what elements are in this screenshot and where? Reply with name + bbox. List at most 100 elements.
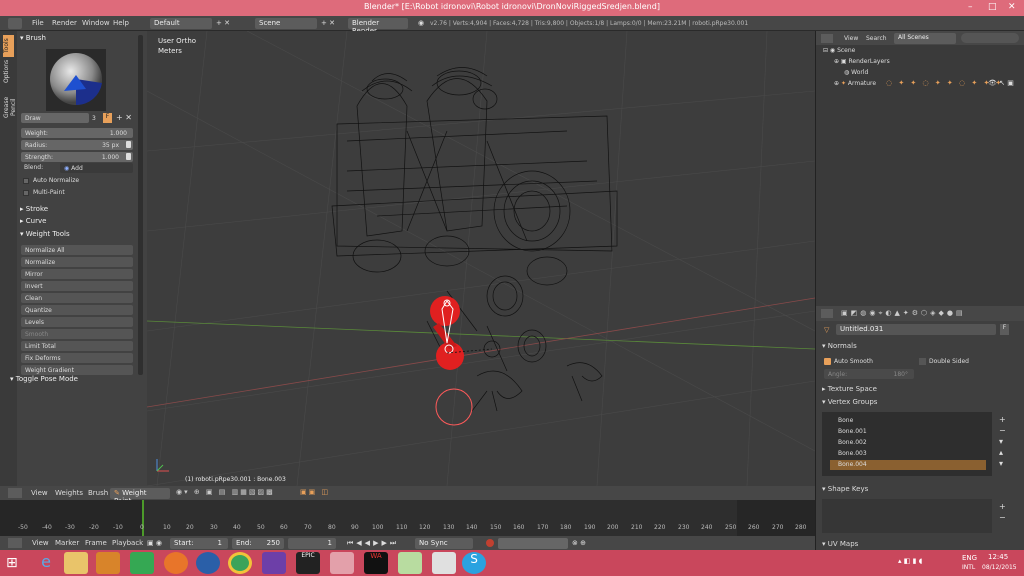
editor-type-icon[interactable]: [8, 488, 22, 498]
tool-shelf-scrollbar[interactable]: [138, 35, 143, 375]
texture-space-panel-header[interactable]: ▸ Texture Space: [822, 385, 877, 393]
vertex-group-list[interactable]: Bone Bone.001 Bone.002 Bone.003 Bone.004: [822, 412, 992, 476]
pressure-icon[interactable]: [126, 153, 131, 160]
normalize-button[interactable]: Normalize: [21, 257, 133, 267]
scene-tree-item[interactable]: ⊟ ◉ Scene: [823, 47, 855, 54]
frame-menu[interactable]: Frame: [85, 539, 107, 547]
mask-toggle-icons[interactable]: ▣▣ ◫: [300, 488, 330, 496]
record-button-icon[interactable]: [486, 539, 494, 547]
mirror-button[interactable]: Mirror: [21, 269, 133, 279]
vertex-group-item[interactable]: Bone.002: [830, 438, 986, 448]
view-menu[interactable]: View: [31, 489, 48, 497]
fix-deforms-button[interactable]: Fix Deforms: [21, 353, 133, 363]
smooth-button[interactable]: Smooth: [21, 329, 133, 339]
menu-window[interactable]: Window: [82, 19, 110, 27]
quantize-button[interactable]: Quantize: [21, 305, 133, 315]
media-player-icon[interactable]: [96, 552, 120, 574]
outliner-search-input[interactable]: [961, 33, 1019, 43]
double-sided-checkbox[interactable]: [919, 358, 926, 365]
tab-options[interactable]: Options: [3, 59, 14, 83]
visibility-toggles-icon[interactable]: 👁 ↖ ▣: [988, 79, 1014, 87]
tray-icons[interactable]: ▴ ◧ ▮ ◖: [898, 557, 922, 565]
app-icon[interactable]: [398, 552, 422, 574]
editor-type-icon[interactable]: [8, 18, 22, 29]
firefox-icon[interactable]: [164, 552, 188, 574]
keyframe-icons[interactable]: ▣ ◉: [147, 539, 162, 547]
invert-button[interactable]: Invert: [21, 281, 133, 291]
uv-maps-panel-header[interactable]: ▾ UV Maps: [822, 540, 858, 548]
renderlayers-tree-item[interactable]: ⊕ ▣ RenderLayers: [834, 58, 890, 65]
datablock-name-field[interactable]: Untitled.031: [836, 324, 996, 335]
add-scene-button[interactable]: + ✕: [321, 19, 335, 27]
pressure-icon[interactable]: [126, 141, 131, 148]
auto-normalize-checkbox[interactable]: [23, 178, 29, 184]
robot-wireframe[interactable]: [331, 67, 618, 412]
viewport-scene[interactable]: [147, 31, 815, 486]
tab-grease-pencil[interactable]: Grease Pencil: [3, 87, 17, 127]
toggle-pose-mode-header[interactable]: ▾ Toggle Pose Mode: [10, 375, 78, 383]
skype-icon[interactable]: S: [462, 552, 486, 574]
limit-total-button[interactable]: Limit Total: [21, 341, 133, 351]
playback-controls-icon[interactable]: ⏮◀◀▶▶⏭: [347, 539, 399, 548]
vertex-group-item[interactable]: Bone.003: [830, 449, 986, 459]
radius-slider[interactable]: Radius: 35 px: [21, 140, 133, 150]
outliner-editor-icon[interactable]: [821, 34, 833, 43]
blend-dropdown[interactable]: ◉ Add: [60, 163, 133, 173]
brush-name-field[interactable]: Draw: [21, 113, 89, 123]
end-frame-field[interactable]: End: 250: [232, 538, 284, 549]
world-tree-item[interactable]: ◍ World: [844, 69, 868, 76]
visual-studio-icon[interactable]: [262, 552, 286, 574]
app-icon[interactable]: [432, 552, 456, 574]
weight-gradient-button[interactable]: Weight Gradient: [21, 365, 133, 375]
armature-children-icon[interactable]: ◌ ✦ ✦ ◌ ✦ ✦ ◌ ✦ ✦ ✦: [886, 79, 1003, 87]
render-engine-selector[interactable]: Blender Render: [348, 18, 408, 35]
clock-date[interactable]: 08/12/2015: [982, 564, 1017, 571]
shape-key-list[interactable]: [822, 499, 992, 533]
mode-selector[interactable]: ✎ Weight Paint: [110, 488, 170, 505]
file-explorer-icon[interactable]: [64, 552, 88, 574]
brush-preview[interactable]: [46, 49, 106, 111]
outliner-view-menu[interactable]: View: [844, 35, 858, 42]
properties-editor-icon[interactable]: [821, 309, 833, 318]
strength-slider[interactable]: Strength: 1.000: [21, 152, 133, 162]
add-layout-button[interactable]: + ✕: [216, 19, 230, 27]
wa-app-icon[interactable]: WA: [364, 552, 388, 574]
levels-button[interactable]: Levels: [21, 317, 133, 327]
armature-tree-item[interactable]: ⊕ ✦ Armature: [834, 80, 876, 87]
shading-pivot-icons[interactable]: ◉▾ ⊕ ▣ ▤ ▥▦▧▨▩: [176, 488, 275, 496]
marker-menu[interactable]: Marker: [55, 539, 79, 547]
store-icon[interactable]: [130, 552, 154, 574]
3d-viewport[interactable]: User Ortho Meters (1) roboti.pRpe30.001 …: [147, 31, 815, 486]
vertex-group-controls[interactable]: + − ▾ ▴ ▾: [999, 414, 1006, 469]
vertex-group-item[interactable]: Bone.001: [830, 427, 986, 437]
brush-panel-header[interactable]: ▾ Brush: [20, 34, 46, 42]
shape-keys-panel-header[interactable]: ▾ Shape Keys: [822, 485, 868, 493]
keying-set-field[interactable]: [498, 538, 568, 549]
curve-panel-header[interactable]: ▸ Curve: [20, 217, 46, 225]
outliner-display-mode[interactable]: All Scenes: [894, 33, 956, 44]
keying-icons[interactable]: ⊗ ⊕: [572, 539, 586, 547]
menu-render[interactable]: Render: [52, 19, 77, 27]
auto-smooth-checkbox[interactable]: [824, 358, 831, 365]
scene-selector[interactable]: Scene: [255, 18, 317, 29]
vertex-group-item[interactable]: Bone: [830, 416, 986, 426]
properties-context-icons[interactable]: ▣◩◍◉⌖◐▲✦⚙⬡◈◆●▤: [841, 309, 966, 318]
timeline-ruler[interactable]: -50 -40 -30 -20 -10 0 10 20 30 40 50 60 …: [0, 500, 815, 536]
epic-games-icon[interactable]: EPIC: [296, 552, 320, 574]
keyboard-layout[interactable]: INTL: [962, 564, 975, 571]
clock-time[interactable]: 12:45: [988, 553, 1008, 561]
layout-selector[interactable]: Default: [150, 18, 212, 29]
timeline-view-menu[interactable]: View: [32, 539, 49, 547]
globe-icon[interactable]: [196, 552, 220, 574]
normals-panel-header[interactable]: ▾ Normals: [822, 342, 857, 350]
tab-tools[interactable]: Tools: [3, 35, 14, 57]
new-brush-button[interactable]: + ✕: [116, 113, 132, 122]
start-frame-field[interactable]: Start: 1: [170, 538, 228, 549]
language-indicator[interactable]: ENG: [962, 554, 977, 562]
multi-paint-checkbox[interactable]: [23, 190, 29, 196]
blender-taskbar-icon[interactable]: [330, 552, 354, 574]
playback-menu[interactable]: Playback: [112, 539, 143, 547]
timeline-editor-icon[interactable]: [8, 538, 22, 548]
normalize-all-button[interactable]: Normalize All: [21, 245, 133, 255]
stroke-panel-header[interactable]: ▸ Stroke: [20, 205, 48, 213]
